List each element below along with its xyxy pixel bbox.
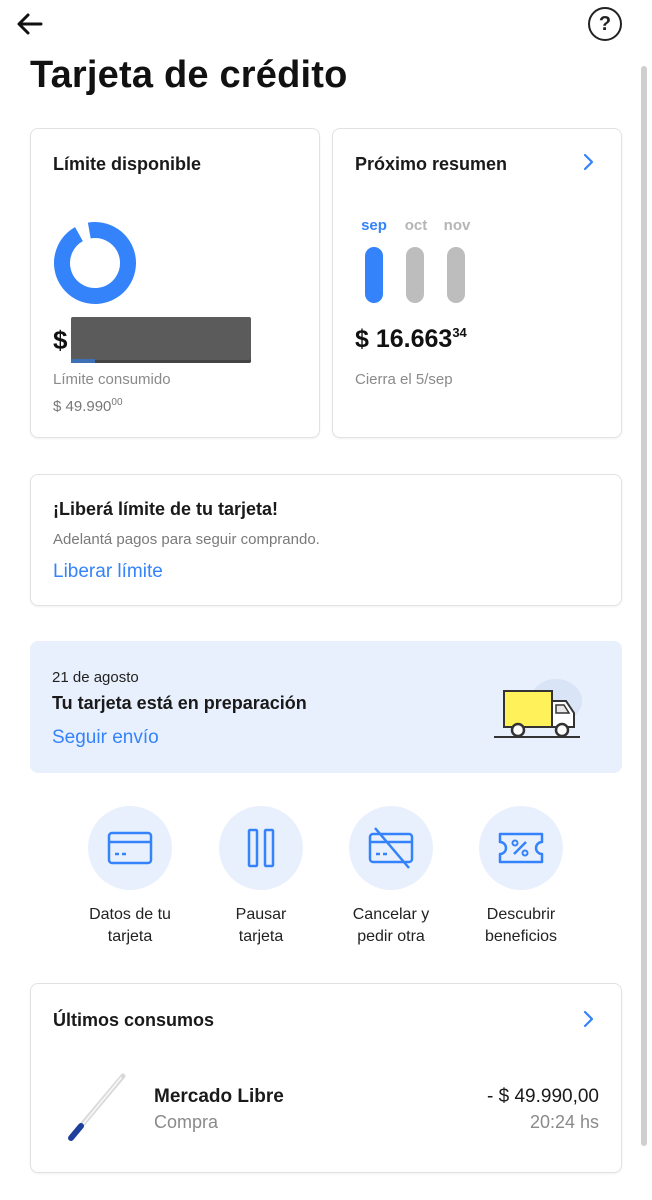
transaction-row[interactable]: Mercado Libre Compra - $ 49.990,00 20:24… — [31, 1060, 621, 1160]
consumed-label: Límite consumido — [53, 371, 171, 388]
action-datos-label: Datos de tu tarjeta — [89, 906, 171, 945]
action-cancelar-label: Cancelar y pedir otra — [352, 906, 430, 945]
help-circle-icon: ? — [598, 12, 612, 35]
redacted-amount-edge — [71, 359, 95, 363]
shipping-title: Tu tarjeta está en preparación — [52, 693, 307, 713]
delivery-truck-icon — [494, 679, 582, 738]
scrollbar[interactable] — [641, 66, 647, 1146]
resumen-heading: Próximo resumen — [355, 154, 508, 174]
transaction-type: Compra — [154, 1112, 219, 1132]
liberar-limite-link[interactable]: Liberar límite — [53, 561, 163, 583]
month-nov[interactable]: nov — [437, 217, 477, 234]
chevron-right-icon[interactable] — [577, 1008, 599, 1030]
transaction-merchant: Mercado Libre — [154, 1086, 284, 1107]
month-oct[interactable]: oct — [396, 217, 436, 234]
resumen-amount-cents: 34 — [452, 325, 467, 340]
action-pausar-circle[interactable] — [219, 806, 303, 890]
action-cancelar-circle[interactable] — [349, 806, 433, 890]
seguir-envio-link[interactable]: Seguir envío — [52, 727, 159, 749]
closing-date: Cierra el 5/sep — [355, 371, 453, 388]
resumen-card[interactable]: Próximo resumen sep oct nov $ 16.66334 C… — [332, 128, 622, 438]
available-currency: $ — [53, 325, 68, 355]
redacted-amount — [71, 317, 251, 363]
liberar-card: ¡Liberá límite de tu tarjeta! Adelantá p… — [30, 474, 622, 606]
limit-card[interactable]: Límite disponible $ Límite consumido $ 4… — [30, 128, 320, 438]
transaction-time: 20:24 hs — [529, 1112, 599, 1132]
shipping-banner: 21 de agosto Tu tarjeta está en preparac… — [30, 641, 622, 773]
transaction-amount: - $ 49.990,00 — [487, 1086, 599, 1107]
month-bar-oct[interactable] — [406, 247, 424, 303]
card-cancel-icon — [368, 827, 414, 869]
discount-ticket-icon — [498, 832, 544, 864]
month-bar-nov[interactable] — [447, 247, 465, 303]
page-title: Tarjeta de crédito — [30, 54, 348, 96]
back-button[interactable] — [14, 8, 46, 40]
consumos-card: Últimos consumos Mercado Libre Compra - … — [30, 983, 622, 1173]
action-pausar-tarjeta[interactable]: Pausar tarjeta — [196, 806, 326, 948]
action-datos-circle[interactable] — [88, 806, 172, 890]
consumed-amount: $ 49.99000 — [53, 397, 123, 415]
action-cancelar-pedir[interactable]: Cancelar y pedir otra — [326, 806, 456, 948]
consumed-amount-cents: 00 — [111, 397, 123, 408]
credit-card-icon — [107, 831, 153, 865]
action-beneficios-circle[interactable] — [479, 806, 563, 890]
resumen-amount: $ 16.66334 — [355, 325, 467, 354]
pause-icon — [247, 828, 275, 868]
help-button[interactable]: ? — [588, 7, 622, 41]
action-beneficios-label: Descubrir beneficios — [484, 906, 558, 945]
product-thumbnail — [68, 1073, 126, 1141]
action-pausar-label: Pausar tarjeta — [235, 906, 287, 945]
chevron-right-icon[interactable] — [577, 151, 599, 173]
limit-heading: Límite disponible — [53, 154, 202, 174]
resumen-amount-value: $ 16.663 — [355, 325, 453, 353]
action-datos-tarjeta[interactable]: Datos de tu tarjeta — [65, 806, 195, 948]
month-bar-sep[interactable] — [365, 247, 383, 303]
liberar-description: Adelantá pagos para seguir comprando. — [53, 531, 320, 548]
top-bar: ? — [0, 0, 652, 50]
consumos-title: Últimos consumos — [53, 1010, 215, 1030]
month-sep[interactable]: sep — [354, 217, 394, 234]
arrow-left-icon — [17, 13, 43, 35]
consumed-amount-value: $ 49.990 — [53, 398, 112, 415]
donut-ring-icon — [54, 222, 136, 304]
liberar-title: ¡Liberá límite de tu tarjeta! — [53, 499, 279, 519]
action-descubrir-beneficios[interactable]: Descubrir beneficios — [456, 806, 586, 948]
shipping-date: 21 de agosto — [52, 669, 139, 686]
